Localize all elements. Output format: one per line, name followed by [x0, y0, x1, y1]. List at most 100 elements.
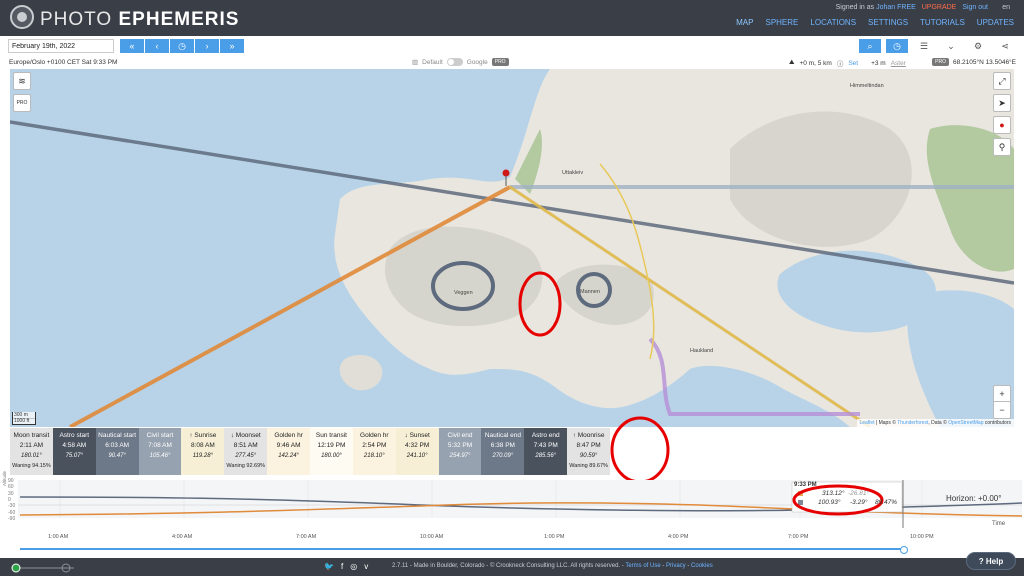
- sign-out-link[interactable]: Sign out: [962, 4, 988, 11]
- event-cell[interactable]: Golden hr 9:46 AM 142.24°: [267, 428, 311, 475]
- share-icon[interactable]: ⋖: [994, 39, 1016, 53]
- clock-icon[interactable]: ◷: [886, 39, 908, 53]
- event-azimuth: 105.46°: [149, 453, 171, 459]
- pro-map-button[interactable]: PRO: [13, 94, 31, 112]
- event-time: 12:19 PM: [317, 442, 346, 449]
- event-azimuth: 218.10°: [363, 453, 385, 459]
- help-label: Help: [985, 557, 1004, 566]
- date-input[interactable]: [8, 39, 114, 53]
- x-tick-label: 10:00 PM: [910, 534, 934, 540]
- event-cell[interactable]: Civil start 7:08 AM 105.46°: [138, 428, 182, 475]
- instagram-icon[interactable]: ◎: [350, 562, 357, 571]
- help-circle-icon: ?: [978, 557, 984, 566]
- event-label: ↓ Sunset: [404, 432, 430, 439]
- nav-settings[interactable]: SETTINGS: [868, 18, 908, 27]
- scale-imperial: 1000 ft: [12, 418, 36, 425]
- upgrade-link[interactable]: UPGRADE: [922, 4, 957, 11]
- event-azimuth: 90.59°: [579, 453, 598, 459]
- time-scrubber[interactable]: [20, 546, 908, 554]
- event-extra: Waning 94.15%: [12, 463, 51, 469]
- event-cell[interactable]: ↓ Moonset 8:51 AM 277.45° Waning 92.69%: [224, 428, 268, 475]
- help-circle-icon[interactable]: ⓘ: [837, 58, 844, 68]
- tooltip-moon-az: 100.93°: [818, 499, 841, 506]
- event-cell[interactable]: Civil end 5:32 PM 254.97°: [438, 428, 482, 475]
- secondary-pin-icon[interactable]: ⚲: [993, 138, 1011, 156]
- altitude-chart[interactable]: Altitude 90 60 30 0 -30 -60 -90 1:00 AM 4:00 AM…: [0, 471, 1024, 544]
- vimeo-icon[interactable]: v: [364, 562, 368, 571]
- layers-icon[interactable]: ≋: [13, 72, 31, 90]
- map-type-toggle[interactable]: ▥ Default Google PRO: [412, 58, 509, 66]
- event-label: ↑ Sunrise: [189, 432, 217, 439]
- event-cell[interactable]: Astro end 7:43 PM 285.56°: [524, 428, 568, 475]
- now-button[interactable]: ◷: [170, 39, 194, 53]
- x-tick-label: 4:00 PM: [668, 534, 689, 540]
- event-cell[interactable]: Astro start 4:58 AM 75.07°: [52, 428, 96, 475]
- pin-icon[interactable]: ●: [993, 116, 1011, 134]
- map-view[interactable]: Uttakleiv Veggen Mannen Haukland Himmelt…: [10, 69, 1014, 427]
- coordinates-value[interactable]: 68.2105°N 13.5046°E: [953, 59, 1016, 66]
- help-button[interactable]: ? Help: [966, 552, 1016, 570]
- terms-link[interactable]: Terms of Use: [625, 563, 660, 569]
- footer-text: 2.7.11 - Made in Boulder, Colorado - © C…: [392, 563, 713, 569]
- attribution-suffix: contributors: [984, 420, 1011, 426]
- event-azimuth: 254.97°: [449, 453, 471, 459]
- event-cell[interactable]: ↓ Sunset 4:32 PM 241.10°: [395, 428, 439, 475]
- social-icons: 🐦 f ◎ v: [324, 562, 368, 571]
- map-icon: ▥: [412, 59, 419, 66]
- event-extra: Waning 89.67%: [569, 463, 608, 469]
- twitter-icon[interactable]: 🐦: [324, 562, 334, 571]
- nav-tutorials[interactable]: TUTORIALS: [920, 18, 965, 27]
- layers-menu-icon[interactable]: ☰: [913, 39, 935, 53]
- osm-link[interactable]: OpenStreetMap: [948, 420, 983, 426]
- map-google-label: Google: [466, 58, 488, 66]
- cookies-link[interactable]: Cookies: [691, 563, 713, 569]
- back-day-button[interactable]: ‹: [145, 39, 169, 53]
- horizon-label[interactable]: Horizon: +0.00°: [946, 494, 1001, 503]
- aster-link[interactable]: Aster: [891, 60, 906, 67]
- leaflet-link[interactable]: Leaflet: [860, 420, 875, 426]
- facebook-icon[interactable]: f: [341, 562, 343, 571]
- locate-icon[interactable]: ➤: [993, 94, 1011, 112]
- event-cell[interactable]: ↑ Sunrise 8:08 AM 119.28°: [181, 428, 225, 475]
- back-month-button[interactable]: «: [120, 39, 144, 53]
- event-cell[interactable]: Moon transit 2:11 AM 180.01° Waning 94.15%: [10, 428, 53, 475]
- timezone-info: Europe/Oslo +0100 CET Sat 9:33 PM: [9, 59, 118, 66]
- event-azimuth: 142.24°: [278, 453, 299, 459]
- time-dial-icon[interactable]: [8, 558, 78, 576]
- nav-locations[interactable]: LOCATIONS: [810, 18, 856, 27]
- thunderforest-link[interactable]: Thunderforest: [897, 420, 928, 426]
- event-cell[interactable]: Sun transit 12:19 PM 180.00°: [310, 428, 353, 475]
- user-name-link[interactable]: Johan FREE: [876, 4, 916, 11]
- zoom-out-button[interactable]: −: [993, 401, 1011, 419]
- brand[interactable]: PHOTO EPHEMERIS: [40, 9, 239, 31]
- event-cell[interactable]: Golden hr 2:54 PM 218.10°: [352, 428, 396, 475]
- forward-month-button[interactable]: »: [220, 39, 244, 53]
- set-link[interactable]: Set: [848, 60, 858, 67]
- y-tick-label: -60: [8, 509, 16, 516]
- forward-day-button[interactable]: ›: [195, 39, 219, 53]
- fullscreen-icon[interactable]: ⤢: [993, 72, 1011, 90]
- event-time: 7:43 PM: [533, 442, 558, 449]
- nav-sphere[interactable]: SPHERE: [765, 18, 798, 27]
- gear-icon[interactable]: ⚙: [967, 39, 989, 53]
- chevron-down-icon[interactable]: ⌄: [940, 39, 962, 53]
- x-tick-label: 1:00 AM: [48, 534, 69, 540]
- tooltip-moon-illum: 89.47%: [875, 499, 898, 506]
- y-axis-label: Altitude: [2, 470, 7, 486]
- map-attribution: Leaflet | Maps © Thunderforest, Data © O…: [856, 419, 1014, 427]
- map-scale: 300 m 1000 ft: [12, 412, 36, 425]
- nav-map[interactable]: MAP: [736, 18, 753, 27]
- language-selector[interactable]: en: [1002, 4, 1010, 11]
- tooltip-moon-alt: -3.29°: [850, 499, 868, 506]
- place-label-himmeltindan: Himmeltindan: [850, 83, 884, 89]
- search-icon[interactable]: ⌕: [859, 39, 881, 53]
- privacy-link[interactable]: Privacy: [666, 563, 686, 569]
- observer-height[interactable]: +3 m: [871, 60, 886, 67]
- event-cell[interactable]: Nautical start 6:03 AM 90.47°: [95, 428, 139, 475]
- event-time: 7:08 AM: [148, 442, 172, 449]
- event-label: Golden hr: [274, 432, 303, 439]
- event-cell[interactable]: ↑ Moonrise 8:47 PM 90.59° Waning 89.67%: [567, 428, 611, 475]
- nav-updates[interactable]: UPDATES: [977, 18, 1014, 27]
- event-cell[interactable]: Nautical end 6:38 PM 270.09°: [481, 428, 525, 475]
- map-switch[interactable]: [446, 58, 463, 66]
